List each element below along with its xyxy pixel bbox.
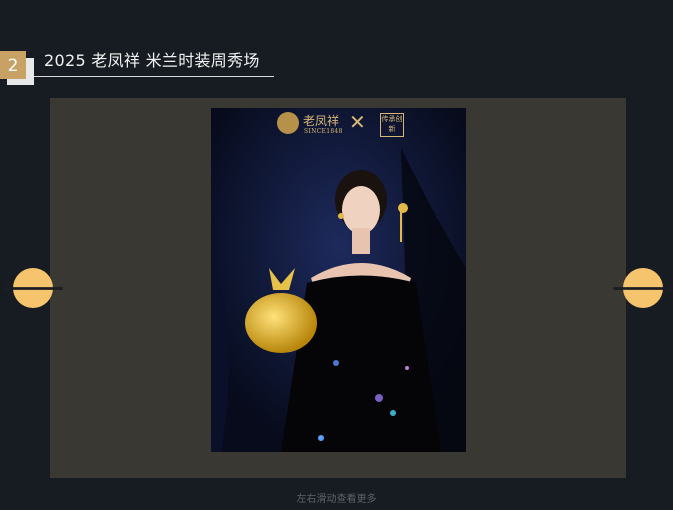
section-number-badge: 2 [0,51,26,79]
section-title: 2025 老凤祥 米兰时装周秀场 [44,51,260,70]
brand-logo-row: 老凤祥 SINCE1848 ✕ 传承创新 [211,110,466,137]
collab-seal: 传承创新 [380,113,404,137]
phoenix-logo-icon [277,112,299,134]
collab-cross-icon: ✕ [349,110,366,134]
image-slider[interactable]: 老凤祥 SINCE1848 ✕ 传承创新 [50,98,626,478]
prev-slide-button[interactable]: 🡐 [1,268,65,308]
arrow-right-icon: 🡒 [610,274,673,302]
title-underline [34,76,274,77]
next-slide-button[interactable]: 🡒 [611,268,673,308]
section-header: 2 2025 老凤祥 米兰时装周秀场 [0,50,290,86]
swipe-hint: 左右滑动查看更多 [296,494,377,505]
slide-photo[interactable]: 老凤祥 SINCE1848 ✕ 传承创新 [211,108,466,452]
brand-since: SINCE1848 [304,128,343,135]
arrow-left-icon: 🡐 [0,274,66,302]
brand-name: 老凤祥 [303,114,340,128]
model-photo-illustration [211,108,466,452]
